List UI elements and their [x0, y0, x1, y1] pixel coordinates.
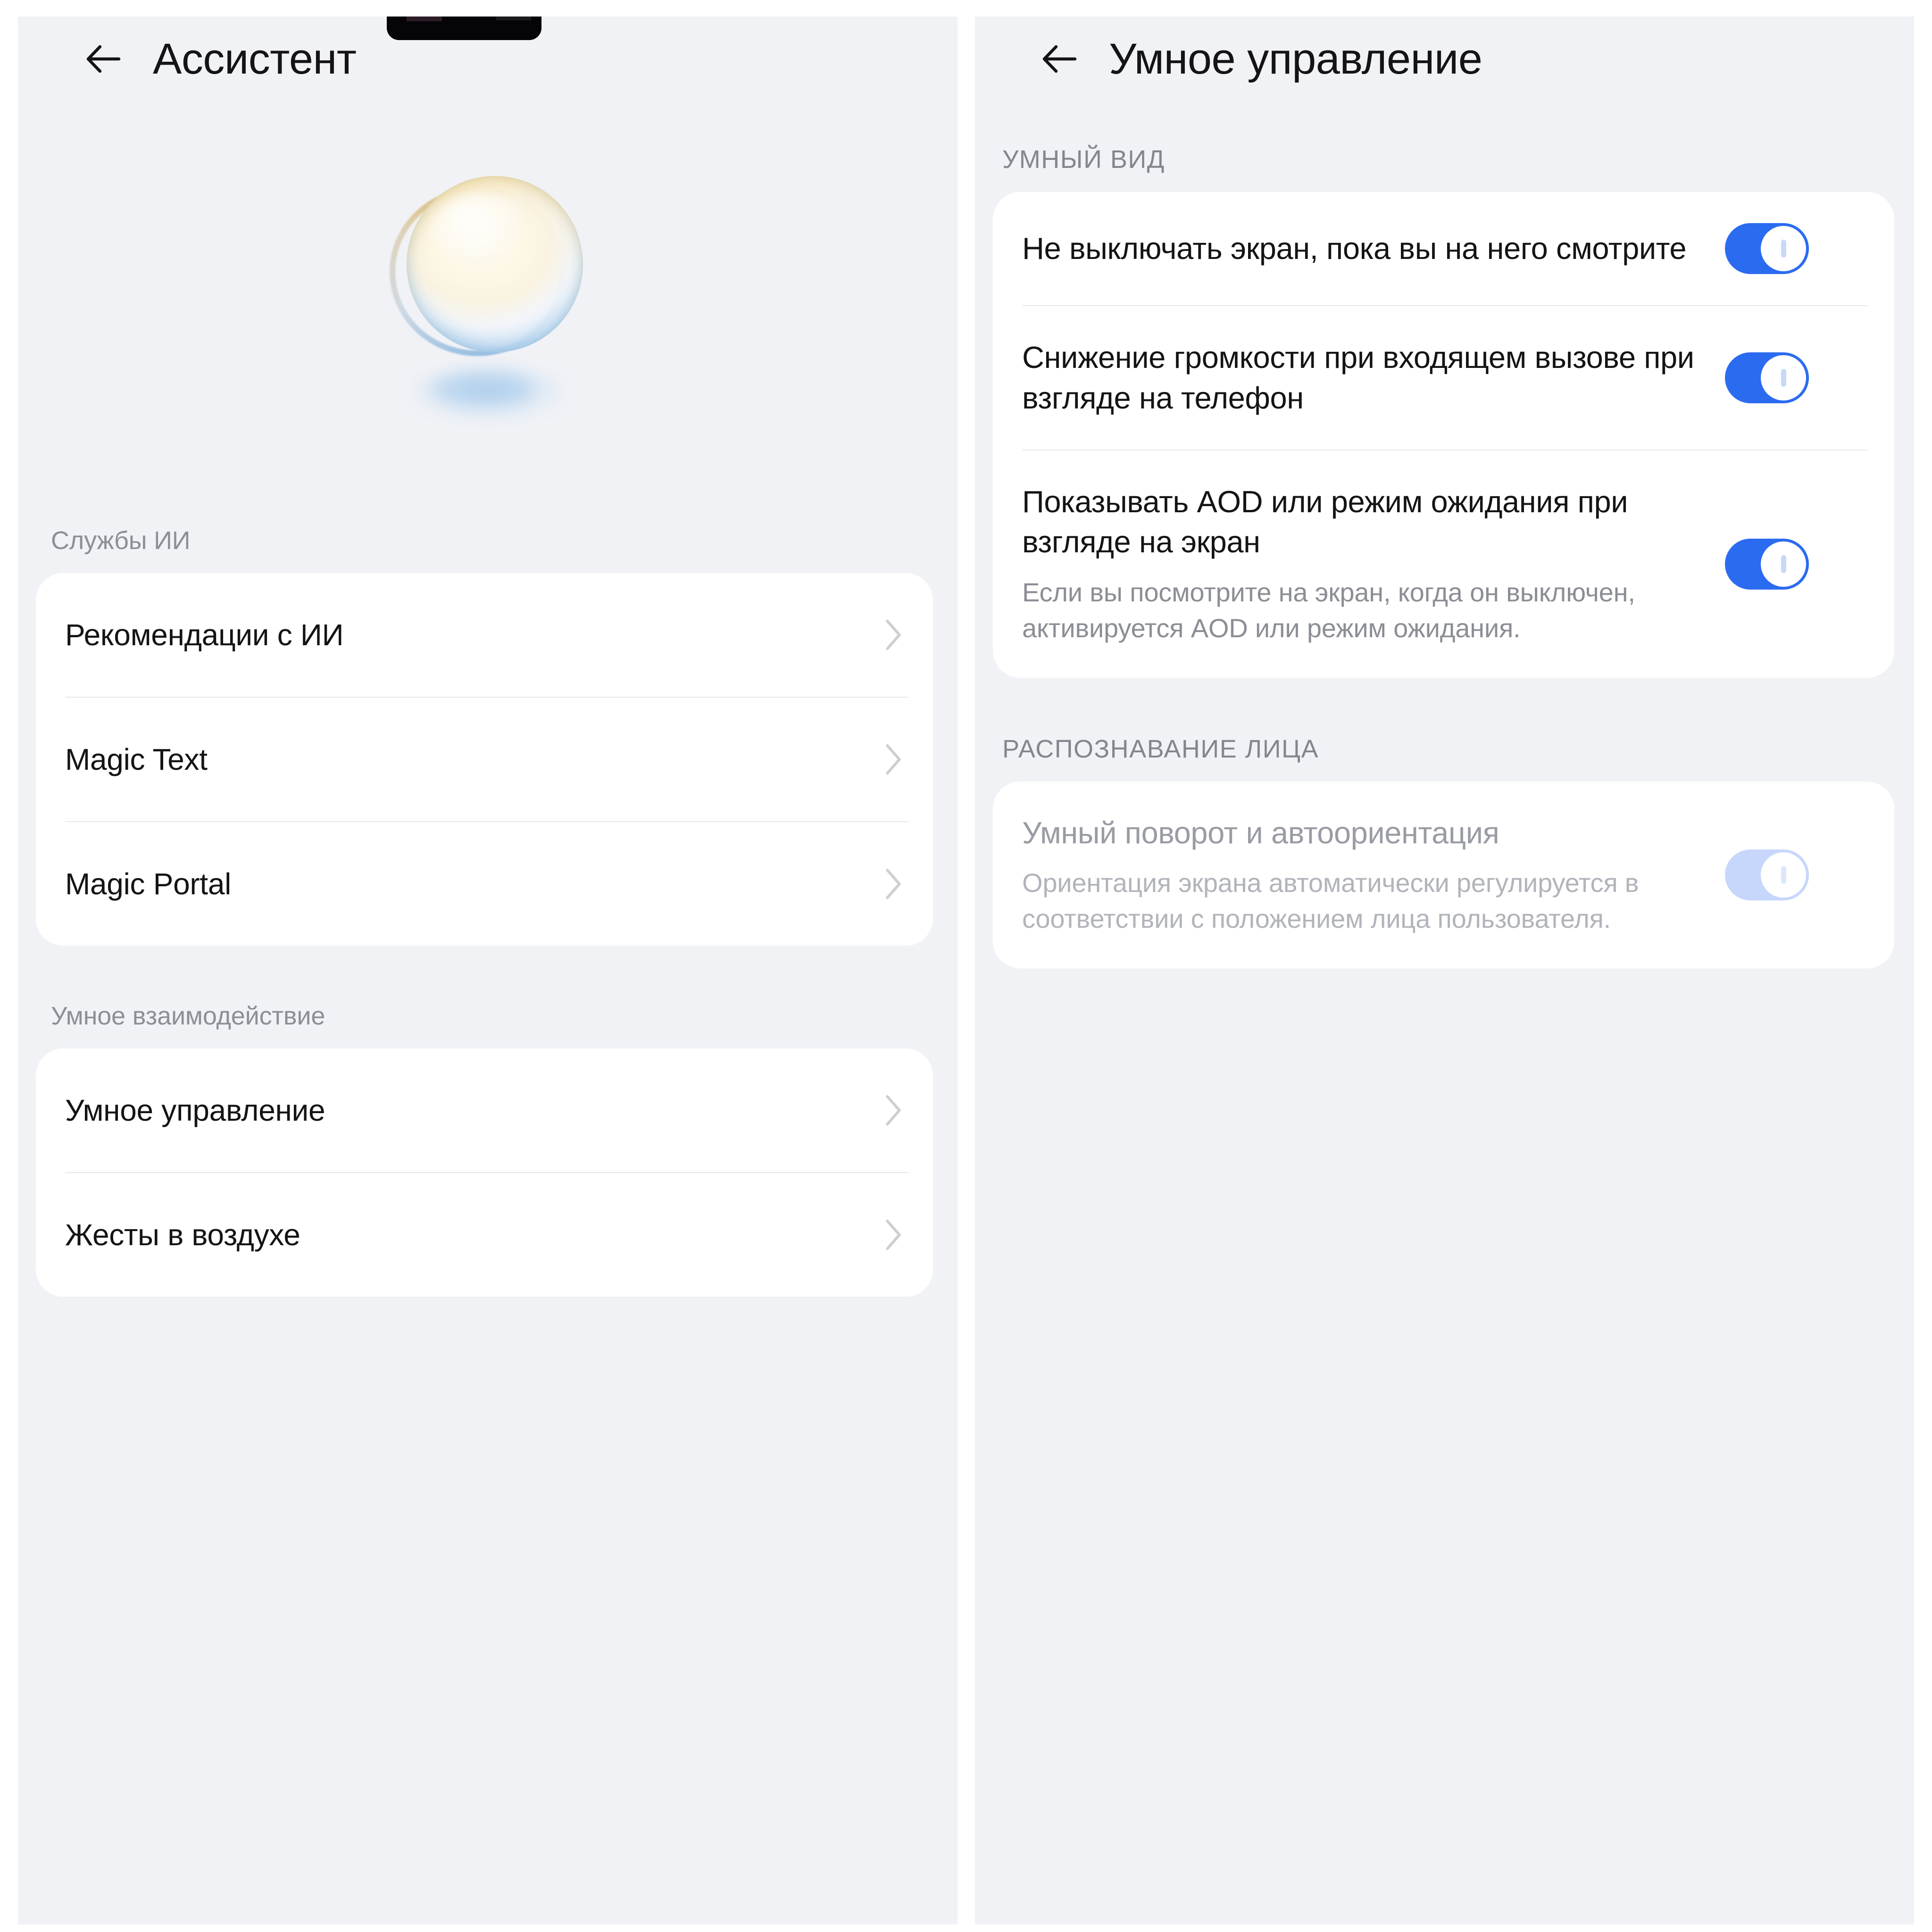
toggle-show-aod[interactable] [1725, 538, 1809, 590]
chevron-right-icon [886, 744, 901, 775]
list-item-label: Magic Text [65, 742, 208, 776]
smart-interaction-card: Умное управление Жесты в воздухе [36, 1049, 933, 1297]
chevron-right-icon [886, 868, 901, 899]
notch-sensor-tint [407, 17, 442, 21]
toggle-smart-rotation [1725, 849, 1809, 900]
notch-camera-tint [496, 17, 531, 20]
orb-highlight [432, 195, 531, 266]
setting-title: Не выключать экран, пока вы на него смот… [1022, 231, 1687, 266]
assistant-hero [18, 101, 958, 526]
toggle-keep-screen-on[interactable] [1725, 223, 1809, 274]
dual-screenshot-canvas: Ассистент Службы ИИ Рекомендации с ИИ Ma… [0, 0, 1932, 1932]
setting-description: Если вы посмотрите на экран, когда он вы… [1022, 577, 1635, 643]
list-item-label: Жесты в воздухе [65, 1218, 300, 1252]
setting-description: Ориентация экрана автоматически регулиру… [1022, 868, 1639, 934]
setting-row-show-aod[interactable]: Показывать AOD или режим ожидания при вз… [993, 450, 1894, 678]
list-item-label: Рекомендации с ИИ [65, 618, 344, 652]
section-label-smart-view: УМНЫЙ ВИД [1002, 145, 1165, 174]
setting-texts: Не выключать экран, пока вы на него смот… [1022, 228, 1725, 269]
list-item[interactable]: Умное управление [36, 1049, 933, 1172]
setting-texts: Снижение громкости при входящем вызове п… [1022, 337, 1725, 418]
page-title: Умное управление [1109, 35, 1482, 83]
chevron-right-icon [886, 619, 901, 650]
chevron-right-icon [886, 1219, 901, 1250]
toggle-lower-ring-volume[interactable] [1725, 352, 1809, 403]
arrow-left-icon[interactable] [1035, 36, 1081, 82]
page-title: Ассистент [153, 35, 357, 83]
setting-title: Снижение громкости при входящем вызове п… [1022, 340, 1694, 415]
section-label-smart-interaction: Умное взаимодействие [51, 1002, 325, 1030]
toggle-knob [1761, 852, 1806, 898]
setting-title: Умный поворот и автоориентация [1022, 815, 1499, 850]
orb-reflection-core [433, 376, 533, 403]
list-item-label: Magic Portal [65, 867, 232, 901]
list-item[interactable]: Рекомендации с ИИ [36, 573, 933, 697]
setting-texts: Показывать AOD или режим ожидания при вз… [1022, 482, 1725, 647]
chevron-right-icon [886, 1095, 901, 1126]
toggle-knob [1761, 355, 1806, 400]
section-label-face-recognition: РАСПОЗНАВАНИЕ ЛИЦА [1002, 734, 1319, 763]
right-phone-screen: Умное управление УМНЫЙ ВИД Не выключать … [975, 17, 1914, 1924]
setting-row-lower-ring-volume[interactable]: Снижение громкости при входящем вызове п… [993, 306, 1894, 450]
list-item[interactable]: Magic Text [36, 698, 933, 821]
face-recognition-card: Умный поворот и автоориентация Ориентаци… [993, 781, 1894, 968]
list-item-label: Умное управление [65, 1093, 325, 1127]
section-label-ai-services: Службы ИИ [51, 526, 191, 555]
setting-row-smart-rotation: Умный поворот и автоориентация Ориентаци… [993, 782, 1894, 968]
left-phone-screen: Ассистент Службы ИИ Рекомендации с ИИ Ma… [18, 17, 958, 1924]
setting-row-keep-screen-on[interactable]: Не выключать экран, пока вы на него смот… [993, 192, 1894, 305]
setting-texts: Умный поворот и автоориентация Ориентаци… [1022, 813, 1725, 937]
arrow-left-icon[interactable] [79, 36, 125, 82]
toggle-knob [1761, 226, 1806, 271]
ai-services-card: Рекомендации с ИИ Magic Text Magic Porta… [36, 573, 933, 946]
toggle-knob [1761, 541, 1806, 587]
orb-graphic [389, 163, 587, 361]
assistant-orb-illustration [377, 163, 599, 455]
display-notch [387, 17, 541, 40]
smart-view-card: Не выключать экран, пока вы на него смот… [993, 192, 1894, 678]
setting-title: Показывать AOD или режим ожидания при вз… [1022, 484, 1628, 559]
list-item[interactable]: Magic Portal [36, 822, 933, 946]
right-header: Умное управление [975, 17, 1914, 101]
list-item[interactable]: Жесты в воздухе [36, 1173, 933, 1297]
